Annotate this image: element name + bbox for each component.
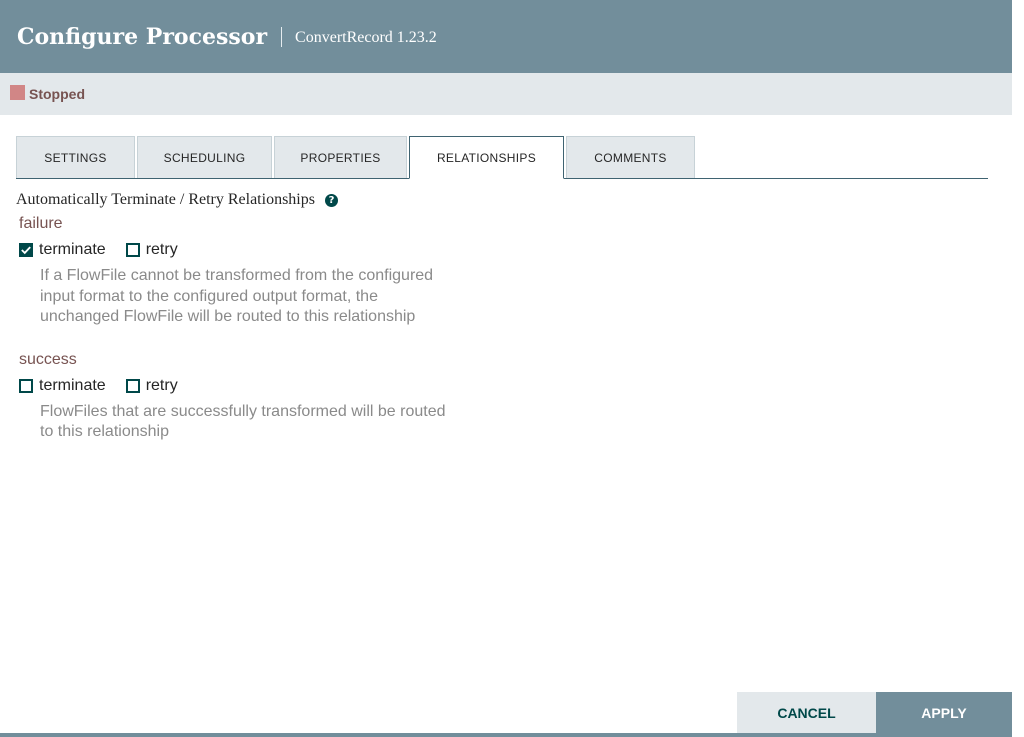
tab-relationships[interactable]: RELATIONSHIPS <box>409 136 564 179</box>
retry-label: retry <box>145 241 178 258</box>
check-icon <box>21 246 31 255</box>
success-terminate-checkbox[interactable] <box>19 378 33 393</box>
failure-retry-checkbox[interactable] <box>125 243 140 257</box>
description-line: If a FlowFile cannot be transformed from… <box>40 267 434 284</box>
dialog-header: Configure Processor ConvertRecord 1.23.2 <box>0 0 1012 73</box>
tab-properties[interactable]: PROPERTIES <box>274 136 407 178</box>
terminate-label: terminate <box>39 376 106 394</box>
success-terminate-option[interactable]: terminate <box>19 377 106 395</box>
description-line: to this relationship <box>40 423 169 440</box>
relationship-options: terminate retry <box>19 236 576 264</box>
relationships-panel: Automatically Terminate / Retry Relation… <box>16 188 576 443</box>
footer-divider <box>0 733 1012 737</box>
apply-button[interactable]: APPLY <box>876 692 1012 733</box>
failure-retry-option[interactable]: retry <box>125 241 178 259</box>
tab-settings[interactable]: SETTINGS <box>16 136 135 178</box>
status-bar: Stopped <box>0 73 1012 115</box>
description-line: input format to the configured output fo… <box>40 287 378 305</box>
retry-label: retry <box>145 376 178 394</box>
status-text: Stopped <box>29 86 85 102</box>
relationship-options: terminate retry <box>19 372 576 400</box>
processor-type: ConvertRecord 1.23.2 <box>295 28 437 46</box>
stopped-icon <box>10 84 25 100</box>
failure-terminate-checkbox[interactable] <box>19 243 33 257</box>
terminate-label: terminate <box>39 241 106 258</box>
tab-comments[interactable]: COMMENTS <box>566 136 695 178</box>
section-heading: Automatically Terminate / Retry Relation… <box>16 188 576 212</box>
cancel-button[interactable]: CANCEL <box>737 692 876 733</box>
relationship-failure: failure terminate retry If a FlowFile ca… <box>19 212 576 328</box>
description-line: unchanged FlowFile will be routed to thi… <box>40 308 416 325</box>
relationship-name: success <box>19 350 77 368</box>
description-line: FlowFiles that are successfully transfor… <box>40 402 446 420</box>
section-title: Automatically Terminate / Retry Relation… <box>16 191 315 208</box>
success-retry-option[interactable]: retry <box>125 376 178 395</box>
dialog-title: Configure Processor <box>17 23 268 50</box>
success-retry-checkbox[interactable] <box>125 378 140 393</box>
relationship-name: failure <box>19 215 63 232</box>
tab-scheduling[interactable]: SCHEDULING <box>137 136 272 178</box>
relationship-success: success terminate retry FlowFiles that a… <box>19 348 576 443</box>
title-separator <box>281 26 283 47</box>
relationship-description: FlowFiles that are successfully transfor… <box>40 402 495 443</box>
configure-processor-dialog: Configure Processor ConvertRecord 1.23.2… <box>0 0 1012 737</box>
relationship-description: If a FlowFile cannot be transformed from… <box>40 266 495 328</box>
failure-terminate-option[interactable]: terminate <box>19 241 106 259</box>
tab-bar: SETTINGS SCHEDULING PROPERTIES RELATIONS… <box>16 136 988 179</box>
question-circle-icon[interactable]: ? <box>324 193 338 207</box>
